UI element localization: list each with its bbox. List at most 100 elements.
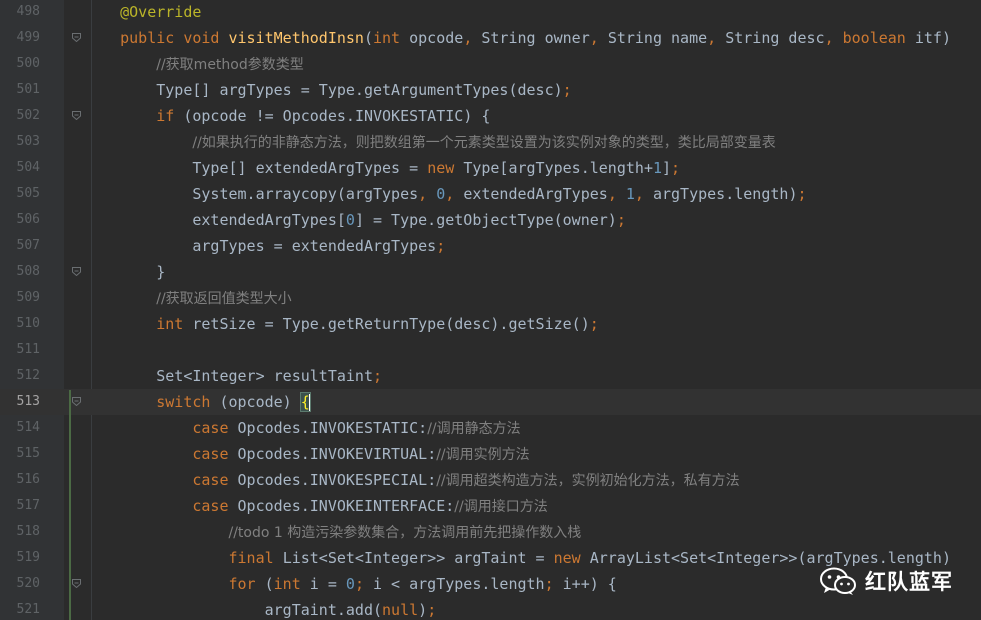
code-line[interactable]: 518 //todo 1 构造污染参数集合，方法调用前先把操作数入栈 [0,519,981,545]
code-comment: //todo 1 构造污染参数集合，方法调用前先把操作数入栈 [228,525,582,541]
code-line[interactable]: 517 case Opcodes.INVOKEINTERFACE://调用接口方… [0,493,981,519]
code-text[interactable]: argTaint.add(null); [84,597,437,620]
code-editor[interactable]: 498 @Override 499 public void visitMethod… [0,0,981,620]
code-line[interactable]: 508 } [0,259,981,285]
code-token: ; [436,237,446,255]
line-number[interactable]: 507 [0,233,40,259]
code-text[interactable]: } [84,259,165,285]
line-number[interactable]: 519 [0,545,40,571]
fold-marker-icon[interactable] [72,33,81,42]
code-lines: 498 @Override 499 public void visitMethod… [0,0,981,620]
code-text[interactable]: public void visitMethodInsn(int opcode, … [84,25,951,51]
line-number[interactable]: 501 [0,77,40,103]
line-number[interactable]: 506 [0,207,40,233]
line-number[interactable]: 499 [0,25,40,51]
code-token: ( [264,575,274,593]
code-text[interactable]: argTypes = extendedArgTypes; [84,233,445,259]
code-text[interactable]: extendedArgTypes[0] = Type.getObjectType… [84,207,626,233]
code-token: (desc) [508,81,563,99]
code-line[interactable]: 514 case Opcodes.INVOKESTATIC://调用静态方法 [0,415,981,441]
code-text[interactable]: //获取返回值类型大小 [84,285,291,312]
fold-marker-icon[interactable] [72,397,81,406]
code-token: Type[] argTypes = Type. [156,81,364,99]
code-text[interactable]: switch (opcode) { [84,389,311,415]
code-text[interactable]: //获取method参数类型 [84,51,304,78]
line-number[interactable]: 504 [0,155,40,181]
code-token: : [418,419,428,437]
code-text[interactable]: if (opcode != Opcodes.INVOKESTATIC) { [84,103,490,129]
code-text[interactable]: case Opcodes.INVOKEINTERFACE://调用接口方法 [84,493,547,520]
code-text[interactable]: @Override [84,0,201,25]
code-line[interactable]: 511 [0,337,981,363]
fold-marker-icon[interactable] [72,579,81,588]
code-token: getReturnType [327,315,446,333]
code-line[interactable]: 507 argTypes = extendedArgTypes; [0,233,981,259]
code-comment: //如果执行的非静态方法，则把数组第一个元素类型设置为该实例对象的类型，类比局部… [192,135,776,151]
code-line[interactable]: 512 Set<Integer> resultTaint; [0,363,981,389]
fold-marker-icon[interactable] [72,267,81,276]
code-line[interactable]: 504 Type[] extendedArgTypes = new Type[a… [0,155,981,181]
line-number[interactable]: 513 [0,389,40,415]
code-line[interactable]: 515 case Opcodes.INVOKEVIRTUAL://调用实例方法 [0,441,981,467]
code-text[interactable]: int retSize = Type.getReturnType(desc).g… [84,311,599,337]
line-number[interactable]: 514 [0,415,40,441]
code-text[interactable]: for (int i = 0; i < argTypes.length; i++… [84,571,617,597]
line-number[interactable]: 500 [0,51,40,77]
code-line[interactable]: 509 //获取返回值类型大小 [0,285,981,311]
line-number[interactable]: 511 [0,337,40,363]
code-line[interactable]: 499 public void visitMethodInsn(int opco… [0,25,981,51]
code-line[interactable]: 502 if (opcode != Opcodes.INVOKESTATIC) … [0,103,981,129]
code-text[interactable]: //todo 1 构造污染参数集合，方法调用前先把操作数入栈 [84,519,582,546]
line-number[interactable]: 520 [0,571,40,597]
line-number[interactable]: 505 [0,181,40,207]
line-number[interactable]: 518 [0,519,40,545]
code-text[interactable]: Set<Integer> resultTaint; [84,363,382,389]
code-token: extendedArgTypes[ [192,211,346,229]
line-number[interactable]: 517 [0,493,40,519]
code-line[interactable]: 516 case Opcodes.INVOKESPECIAL://调用超类构造方… [0,467,981,493]
code-line[interactable]: 498 @Override [0,0,981,25]
code-line[interactable]: 521 argTaint.add(null); [0,597,981,620]
code-text[interactable]: case Opcodes.INVOKEVIRTUAL://调用实例方法 [84,441,529,468]
code-token: INVOKEVIRTUAL [309,445,428,463]
code-text[interactable]: Type[] extendedArgTypes = new Type[argTy… [84,155,680,181]
code-token: (argTypes [336,185,419,203]
code-line[interactable]: 500 //获取method参数类型 [0,51,981,77]
code-token: ; [616,211,626,229]
code-token: boolean [842,29,915,47]
code-text[interactable]: Type[] argTypes = Type.getArgumentTypes(… [84,77,571,103]
code-token: case [192,497,238,515]
line-number[interactable]: 502 [0,103,40,129]
code-line[interactable]: 513 switch (opcode) { [0,389,981,415]
fold-marker-icon[interactable] [72,111,81,120]
line-number[interactable]: 508 [0,259,40,285]
line-number[interactable]: 510 [0,311,40,337]
code-token: if [156,107,184,125]
code-token: case [192,471,238,489]
code-line[interactable]: 503 //如果执行的非静态方法，则把数组第一个元素类型设置为该实例对象的类型，… [0,129,981,155]
line-number[interactable]: 521 [0,597,40,620]
code-token: final [228,549,283,567]
code-token: itf) [914,29,951,47]
line-number[interactable]: 512 [0,363,40,389]
line-number[interactable]: 509 [0,285,40,311]
code-line[interactable]: 505 System.arraycopy(argTypes, 0, extend… [0,181,981,207]
code-line[interactable]: 506 extendedArgTypes[0] = Type.getObject… [0,207,981,233]
code-token: visitMethodInsn [228,29,364,47]
code-line[interactable]: 501 Type[] argTypes = Type.getArgumentTy… [0,77,981,103]
code-token: void [183,29,229,47]
line-number[interactable]: 515 [0,441,40,467]
line-number[interactable]: 503 [0,129,40,155]
code-token: 0 [345,575,355,593]
code-text[interactable]: case Opcodes.INVOKESTATIC://调用静态方法 [84,415,520,442]
code-token: 1 [652,159,662,177]
vcs-change-marker[interactable] [69,390,71,620]
code-text[interactable]: case Opcodes.INVOKESPECIAL://调用超类构造方法，实例… [84,467,739,494]
code-token: , [589,29,608,47]
code-token: @Override [120,3,202,21]
code-text[interactable]: //如果执行的非静态方法，则把数组第一个元素类型设置为该实例对象的类型，类比局部… [84,129,776,156]
code-line[interactable]: 510 int retSize = Type.getReturnType(des… [0,311,981,337]
line-number[interactable]: 516 [0,467,40,493]
code-text[interactable]: System.arraycopy(argTypes, 0, extendedAr… [84,181,806,207]
line-number[interactable]: 498 [0,0,40,25]
